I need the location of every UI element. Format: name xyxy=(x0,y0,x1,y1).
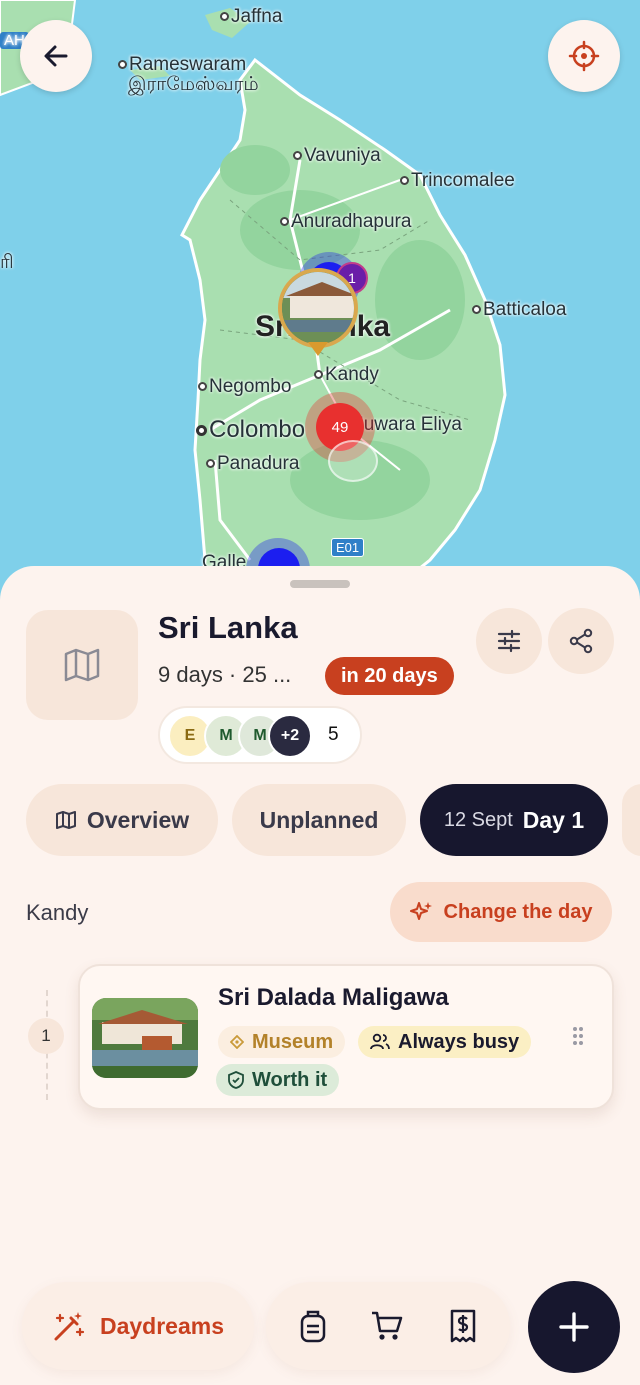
magic-wand-icon xyxy=(54,1312,85,1341)
tab-next[interactable] xyxy=(622,784,640,856)
day-place: Kandy xyxy=(26,900,89,925)
map-label-batticaloa: Batticaloa xyxy=(472,299,566,321)
map-label-panadura: Panadura xyxy=(206,453,299,475)
luggage-icon xyxy=(300,1310,326,1343)
map-label-negombo: Negombo xyxy=(198,376,291,398)
daydreams-button[interactable]: Daydreams xyxy=(22,1282,254,1370)
change-day-label: Change the day xyxy=(443,900,593,923)
place-photo xyxy=(92,998,198,1078)
map-label-vavuniya: Vavuniya xyxy=(293,145,381,167)
drag-handle-icon[interactable] xyxy=(572,1026,584,1046)
tab-unplanned-label: Unplanned xyxy=(259,806,379,833)
itinerary-card[interactable]: Sri Dalada Maligawa Museum Always busy W… xyxy=(78,964,614,1110)
tag-always-busy: Always busy xyxy=(358,1026,532,1058)
back-button[interactable] xyxy=(20,20,92,92)
trip-title: Sri Lanka xyxy=(158,610,298,645)
map-label-jaffna: Jaffna xyxy=(220,6,282,28)
sheet-handle[interactable] xyxy=(290,580,350,588)
map-label-rameswaram-tamil: இராமேஸ்வரம் xyxy=(128,74,259,95)
cluster-faded xyxy=(328,440,378,482)
step-number: 1 xyxy=(28,1018,64,1054)
tag-always-busy-label: Always busy xyxy=(398,1030,520,1053)
change-day-button[interactable]: Change the day xyxy=(390,882,612,942)
tools-bar xyxy=(266,1282,510,1370)
avatar-more: +2 xyxy=(268,714,312,758)
tag-worth-it-label: Worth it xyxy=(252,1068,328,1091)
trip-thumbnail[interactable] xyxy=(26,610,138,720)
people-icon xyxy=(370,1033,390,1050)
trip-sheet: Sri Lanka 9 days · 25 ... in 20 days E M… xyxy=(0,566,640,1385)
packing-button[interactable] xyxy=(296,1308,330,1344)
trip-meta: 9 days · 25 ... xyxy=(158,662,292,687)
member-count: 5 xyxy=(328,724,339,745)
locate-button[interactable] xyxy=(548,20,620,92)
cart-icon xyxy=(372,1311,403,1340)
map-label-kandy: Kandy xyxy=(314,364,379,386)
countdown-badge: in 20 days xyxy=(325,657,454,695)
road-sign-e01: E01 xyxy=(331,538,365,557)
tag-museum-label: Museum xyxy=(252,1030,334,1053)
sliders-icon xyxy=(497,629,521,653)
tab-day-label: Day 1 xyxy=(522,806,585,833)
map-icon xyxy=(55,811,76,829)
expenses-button[interactable] xyxy=(446,1308,480,1344)
tab-day-date: 12 Sept xyxy=(443,808,513,831)
map-icon xyxy=(64,648,100,682)
tab-overview[interactable]: Overview xyxy=(26,784,218,856)
diamond-icon xyxy=(230,1035,244,1049)
temple-photo xyxy=(92,998,198,1078)
shopping-button[interactable] xyxy=(370,1308,404,1344)
sparkles-icon xyxy=(409,902,432,920)
plus-icon xyxy=(559,1312,589,1342)
filters-button[interactable] xyxy=(476,608,542,674)
map-label-edge: ரி xyxy=(0,252,14,273)
daydreams-label: Daydreams xyxy=(99,1312,225,1339)
map-label-colombo: Colombo xyxy=(196,416,305,444)
shield-check-icon xyxy=(228,1071,244,1089)
place-photo-pin[interactable] xyxy=(278,268,358,348)
members-pill[interactable]: E M M +2 5 xyxy=(158,706,362,764)
arrow-left-icon xyxy=(44,45,68,67)
map-label-anuradhapura: Anuradhapura xyxy=(280,211,411,233)
tab-unplanned[interactable]: Unplanned xyxy=(232,784,406,856)
map-label-trincomalee: Trincomalee xyxy=(400,170,515,192)
share-button[interactable] xyxy=(548,608,614,674)
tab-overview-label: Overview xyxy=(86,806,190,833)
crosshair-icon xyxy=(568,40,600,72)
tag-museum: Museum xyxy=(218,1026,346,1058)
receipt-icon xyxy=(450,1309,476,1343)
map-view[interactable]: AH ரி Jaffna Rameswaram இராமேஸ்வரம் Vavu… xyxy=(0,0,640,600)
share-icon xyxy=(569,628,593,654)
pin-tip xyxy=(308,342,328,356)
tag-worth-it: Worth it xyxy=(216,1064,340,1096)
place-title: Sri Dalada Maligawa xyxy=(218,984,449,1011)
add-button[interactable] xyxy=(528,1281,620,1373)
map-label-rameswaram: Rameswaram xyxy=(118,54,246,76)
tab-day-1[interactable]: 12 Sept Day 1 xyxy=(420,784,608,856)
